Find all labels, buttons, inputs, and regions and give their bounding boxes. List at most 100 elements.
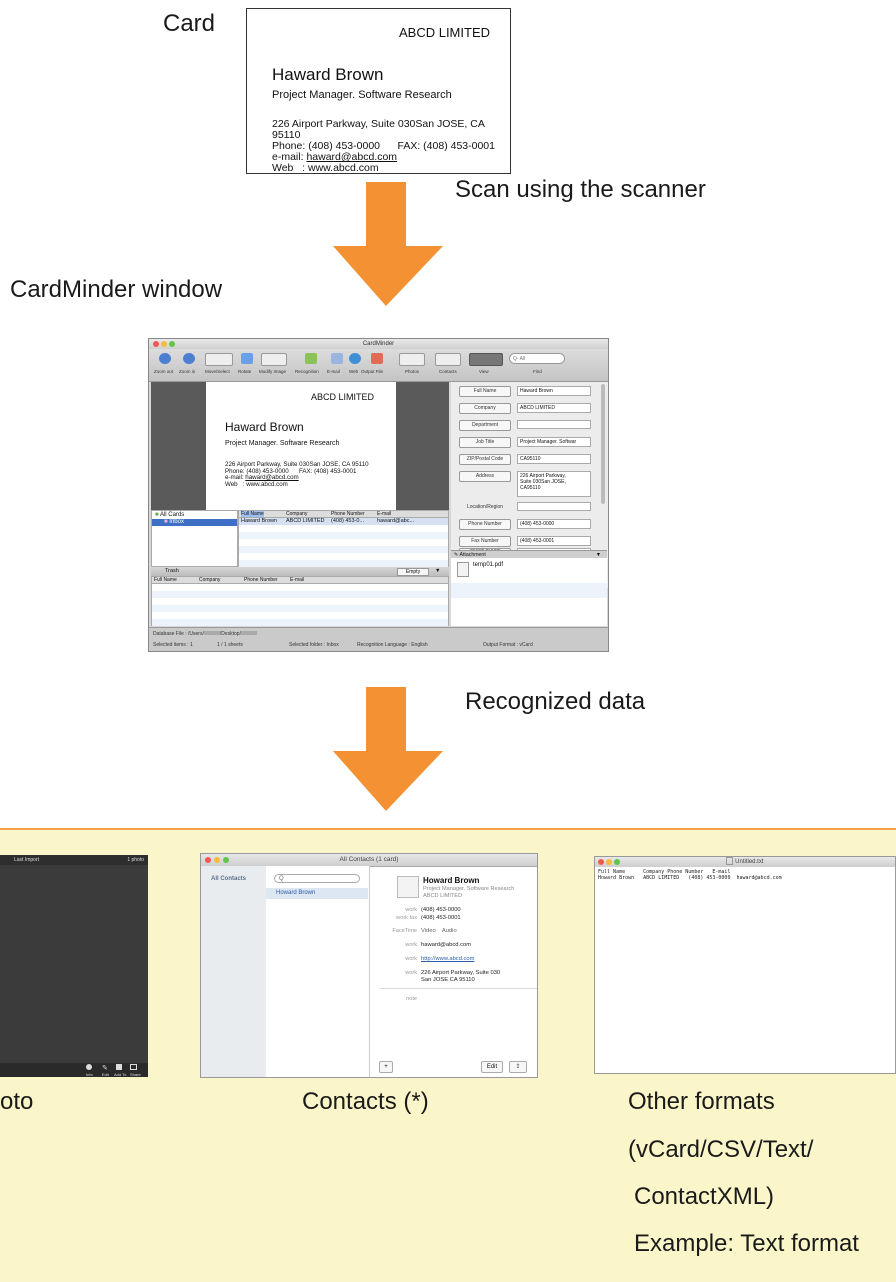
add-contact-button[interactable]: + bbox=[379, 1061, 393, 1073]
add-to-icon[interactable] bbox=[116, 1064, 122, 1070]
pdf-file-icon[interactable] bbox=[457, 562, 469, 577]
move-select-icon[interactable] bbox=[205, 353, 233, 366]
field-value-phone[interactable]: (408) 453-0000 bbox=[517, 519, 591, 529]
trash-menu-chevron-icon[interactable]: ▼ bbox=[435, 567, 440, 576]
edit-button[interactable]: Edit bbox=[481, 1061, 503, 1073]
view-icon[interactable] bbox=[469, 353, 503, 366]
sidebar-item-all-contacts[interactable]: All Contacts bbox=[211, 876, 246, 882]
row-value-work-phone[interactable]: (408) 453-0000 bbox=[421, 907, 461, 913]
minimize-dot-icon[interactable] bbox=[214, 857, 220, 863]
attachment-header[interactable]: ✎ Attachment ▼ bbox=[451, 550, 607, 558]
row-value-work-address-line2[interactable]: San JOSE CA 95110 bbox=[421, 977, 475, 983]
edit-icon[interactable]: ✎ bbox=[102, 1064, 108, 1072]
close-dot-icon[interactable] bbox=[598, 859, 604, 865]
rotate-icon[interactable] bbox=[241, 353, 253, 364]
field-button-company[interactable]: Company bbox=[459, 403, 511, 414]
field-value-company[interactable]: ABCD LIMITED bbox=[517, 403, 591, 413]
col-company[interactable]: Company bbox=[286, 511, 307, 517]
col-phone[interactable]: Phone Number bbox=[331, 511, 365, 517]
share-icon[interactable] bbox=[130, 1064, 137, 1070]
folder-inbox[interactable]: ■ Inbox bbox=[152, 519, 237, 526]
trash-list: Full Name Company Phone Number E-mail bbox=[151, 576, 449, 626]
field-button-full-name[interactable]: Full Name bbox=[459, 386, 511, 397]
photos-header: Last Import bbox=[14, 857, 40, 863]
info-icon[interactable] bbox=[86, 1064, 92, 1070]
field-button-job-title[interactable]: Job Title bbox=[459, 437, 511, 448]
trash-col-company[interactable]: Company bbox=[199, 577, 220, 583]
minimize-dot-icon[interactable] bbox=[161, 341, 167, 347]
contacts-icon[interactable] bbox=[435, 353, 461, 366]
field-value-location[interactable] bbox=[517, 502, 591, 511]
row-label-work-email: work bbox=[405, 942, 417, 948]
status-selected-folder: Selected folder : Inbox bbox=[289, 642, 339, 648]
row-value-work-address[interactable]: 226 Airport Parkway, Suite 030 bbox=[421, 970, 500, 976]
field-value-fax[interactable]: (408) 453-0001 bbox=[517, 536, 591, 546]
field-value-address[interactable]: 226 Airport Parkway, Suite 030San JOSE, … bbox=[517, 471, 591, 497]
photos-share-label: Share bbox=[130, 1072, 141, 1077]
minimize-dot-icon[interactable] bbox=[606, 859, 612, 865]
col-email[interactable]: E-mail bbox=[377, 511, 391, 517]
close-dot-icon[interactable] bbox=[153, 341, 159, 347]
modify-image-icon[interactable] bbox=[261, 353, 287, 366]
trash-stripe bbox=[152, 619, 448, 626]
card-list-row[interactable]: Haward Brown ABCD LIMITED (408) 453-0...… bbox=[239, 518, 448, 525]
trash-col-phone[interactable]: Phone Number bbox=[244, 577, 278, 583]
field-button-address[interactable]: Address bbox=[459, 471, 511, 482]
row-label-note: note bbox=[406, 996, 417, 1002]
contact-name: Howard Brown bbox=[423, 876, 480, 885]
contact-list-item[interactable]: Howard Brown bbox=[266, 888, 368, 899]
folder-all-cards[interactable]: ■ All Cards bbox=[155, 512, 184, 518]
field-value-zip[interactable]: CA95110 bbox=[517, 454, 591, 464]
photos-icon[interactable] bbox=[399, 353, 425, 366]
trash-stripe bbox=[152, 605, 448, 612]
avatar[interactable] bbox=[397, 876, 419, 898]
toolbar-label-contacts: Contacts bbox=[439, 369, 457, 374]
field-value-department[interactable] bbox=[517, 420, 591, 429]
empty-trash-button[interactable]: Empty bbox=[397, 568, 429, 576]
zoom-out-icon[interactable] bbox=[159, 353, 171, 364]
zoom-dot-icon[interactable] bbox=[614, 859, 620, 865]
recognition-icon[interactable] bbox=[305, 353, 317, 364]
card-caption: Card bbox=[163, 10, 216, 37]
zoom-dot-icon[interactable] bbox=[223, 857, 229, 863]
output-file-icon[interactable] bbox=[371, 353, 383, 364]
toolbar-label-move-select: Move/Select bbox=[205, 369, 230, 374]
fields-scrollbar[interactable] bbox=[601, 384, 605, 504]
web-icon[interactable] bbox=[349, 353, 361, 364]
row-value-facetime[interactable]: Video Audio bbox=[421, 928, 457, 934]
toolbar-label-zoom-in: Zoom in bbox=[179, 369, 196, 374]
arrow-down-scan bbox=[333, 182, 443, 306]
row-label-work-address: work bbox=[405, 970, 417, 976]
share-icon[interactable]: ⇪ bbox=[509, 1061, 527, 1073]
toolbar-label-photos: Photos bbox=[405, 369, 420, 374]
field-button-department[interactable]: Department bbox=[459, 420, 511, 431]
trash-list-header: Full Name Company Phone Number E-mail bbox=[152, 577, 448, 584]
row-value-work-web[interactable]: http://www.abcd.com bbox=[421, 956, 474, 962]
trash-col-full-name[interactable]: Full Name bbox=[154, 577, 177, 583]
list-stripe bbox=[239, 532, 448, 539]
row-value-work-email[interactable]: haward@abcd.com bbox=[421, 942, 471, 948]
card-image-title: Project Manager. Software Research bbox=[225, 440, 340, 447]
col-full-name[interactable]: Full Name bbox=[241, 511, 264, 517]
zoom-dot-icon[interactable] bbox=[169, 341, 175, 347]
field-value-job-title[interactable]: Project Manager. Softwar bbox=[517, 437, 591, 447]
field-button-phone[interactable]: Phone Number bbox=[459, 519, 511, 530]
close-dot-icon[interactable] bbox=[205, 857, 211, 863]
field-button-fax[interactable]: Fax Number bbox=[459, 536, 511, 547]
find-search-input[interactable]: Q- All bbox=[509, 353, 565, 364]
card-title: Project Manager. Software Research bbox=[272, 89, 452, 101]
field-button-zip[interactable]: ZIP/Postal Code bbox=[459, 454, 511, 465]
row-value-work-fax[interactable]: (408) 453-0001 bbox=[421, 915, 461, 921]
photos-edit-label: Edit bbox=[102, 1072, 109, 1077]
attachment-filename[interactable]: temp01.pdf bbox=[473, 562, 503, 568]
trash-col-email[interactable]: E-mail bbox=[290, 577, 304, 583]
text-editor-window: Untitled.txt Full Name Company Phone Num… bbox=[594, 856, 896, 1074]
contacts-search-input[interactable]: Q bbox=[274, 874, 360, 883]
field-value-full-name[interactable]: Haward Brown bbox=[517, 386, 591, 396]
text-document-icon bbox=[726, 857, 734, 866]
email-icon[interactable] bbox=[331, 353, 343, 364]
card-web-line: Web : www.abcd.com bbox=[272, 162, 379, 174]
zoom-in-icon[interactable] bbox=[183, 353, 195, 364]
contacts-caption: Contacts (*) bbox=[302, 1088, 429, 1115]
photos-info-label: Info bbox=[86, 1072, 93, 1077]
